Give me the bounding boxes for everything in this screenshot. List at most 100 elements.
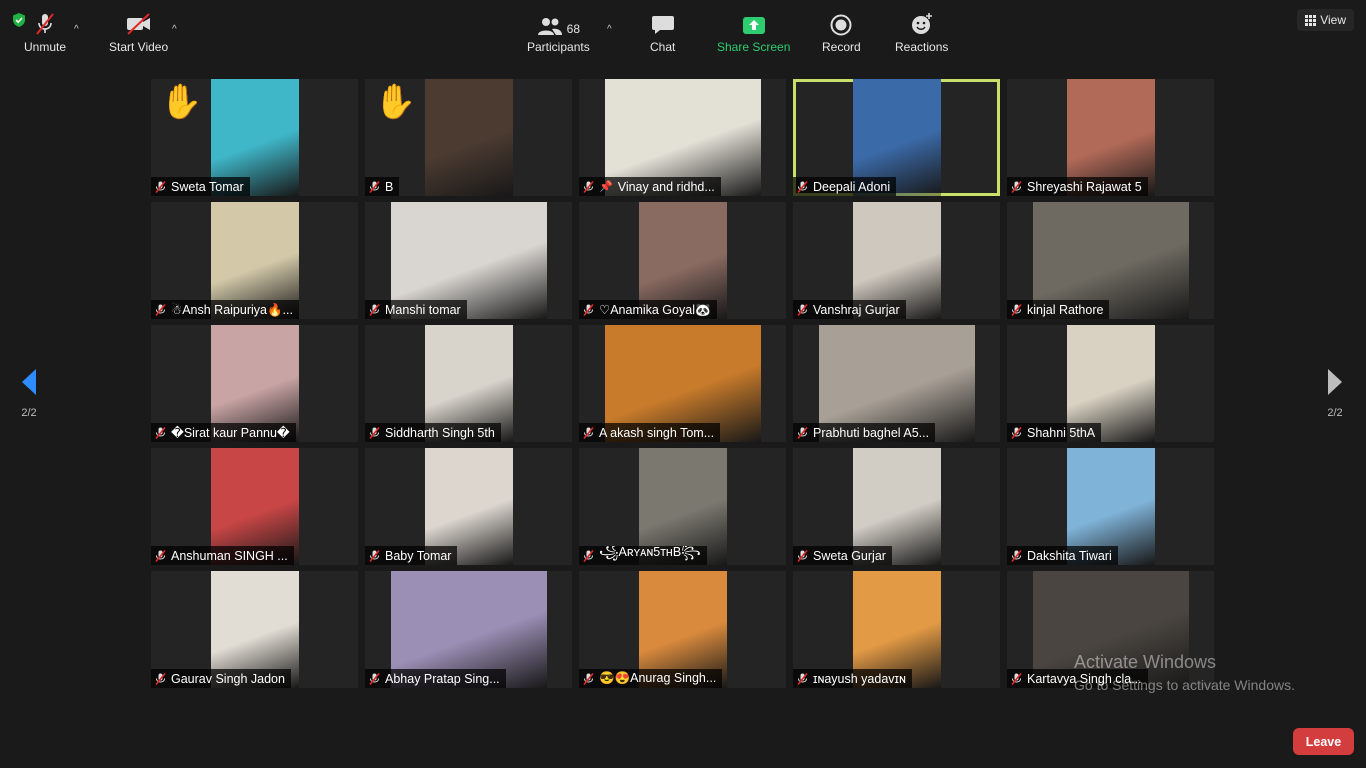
start-video-button[interactable]: Start Video [109,13,169,54]
participant-name: ꧁Aʀʏᴀɴ5ᴛʜB꧂ [599,546,701,559]
participant-name: Baby Tomar [385,548,452,563]
participant-tile[interactable]: �Sirat kaur Pannu� [151,325,358,442]
activate-windows-title: Activate Windows [1074,652,1217,672]
muted-mic-icon [797,426,808,439]
participant-name-bar: Shreyashi Rajawat 5 [1007,177,1148,196]
record-button[interactable]: Record [822,14,861,54]
participant-name: Gaurav Singh Jadon [171,671,285,686]
raised-hand-icon: ✋ [374,83,417,121]
participant-name-bar: �Sirat kaur Pannu� [151,423,296,442]
participant-name: A akash singh Tom... [599,425,715,440]
participant-name: Abhay Pratap Sing... [385,671,500,686]
participant-name: Deepali Adoni [813,179,891,194]
participants-label: Participants [527,40,590,54]
participant-name-bar: Manshi tomar [365,300,467,319]
participant-tile[interactable]: Dakshita Tiwari [1007,448,1214,565]
participant-tile[interactable]: ☃Ansh Raipuriya🔥... [151,202,358,319]
participant-name-bar: Deepali Adoni [793,177,897,196]
muted-mic-icon [155,549,166,562]
participant-tile[interactable]: A akash singh Tom... [579,325,786,442]
participants-count: 68 [566,22,581,36]
video-gallery: ✋ Sweta Tomar ✋ B 📌 Vinay and ridhd... Deepali… [151,79,1214,688]
participant-name: Vinay and ridhd... [617,179,715,194]
muted-mic-icon [583,672,594,685]
muted-mic-icon [583,426,594,439]
participant-tile[interactable]: ꧁Aʀʏᴀɴ5ᴛʜB꧂ [579,448,786,565]
participant-tile[interactable]: Sweta Gurjar [793,448,1000,565]
participant-tile[interactable]: Shreyashi Rajawat 5 [1007,79,1214,196]
muted-mic-icon [1011,549,1022,562]
participant-name-bar: A akash singh Tom... [579,423,721,442]
leave-button[interactable]: Leave [1293,728,1354,755]
participant-name-bar: Sweta Tomar [151,177,250,196]
participant-tile[interactable]: Shahni 5thA [1007,325,1214,442]
muted-mic-icon [155,180,166,193]
participant-name: 😎😍Anurag Singh... [599,671,717,685]
participant-name-bar: Siddharth Singh 5th [365,423,501,442]
participant-tile[interactable]: Baby Tomar [365,448,572,565]
participant-name: Dakshita Tiwari [1027,548,1112,563]
raised-hand-icon: ✋ [160,83,203,121]
muted-mic-icon [797,672,808,685]
share-screen-icon [742,14,766,36]
participant-tile[interactable]: Deepali Adoni [793,79,1000,196]
muted-mic-icon [583,303,594,316]
participant-name: Anshuman SINGH ... [171,548,288,563]
participant-name: Shreyashi Rajawat 5 [1027,179,1142,194]
participants-button[interactable]: 68 Participants [527,14,590,54]
video-off-icon [125,13,153,36]
participant-name-bar: Shahni 5thA [1007,423,1102,442]
next-page-nav[interactable]: 2/2 [1320,368,1350,419]
participant-name: B [385,179,394,194]
muted-mic-icon [369,672,380,685]
unmute-button[interactable]: Unmute [24,13,66,54]
participant-name-bar: kinjal Rathore [1007,300,1110,319]
participant-tile[interactable]: Prabhuti baghel A5... [793,325,1000,442]
page-indicator-right: 2/2 [1327,407,1343,419]
participant-name-bar: Vanshraj Gurjar [793,300,906,319]
participant-name-bar: Abhay Pratap Sing... [365,669,506,688]
participant-tile[interactable]: Gaurav Singh Jadon [151,571,358,688]
participant-name: kinjal Rathore [1027,302,1104,317]
muted-mic-icon [33,13,57,36]
participant-tile[interactable]: Siddharth Singh 5th [365,325,572,442]
chat-button[interactable]: Chat [650,14,675,54]
participant-tile[interactable]: ✋ Sweta Tomar [151,79,358,196]
participant-name-bar: ɪɴayush yadavɪɴ [793,669,912,688]
participant-name: Prabhuti baghel A5... [813,425,930,440]
chat-bubble-icon [651,14,675,36]
participant-tile[interactable]: ɪɴayush yadavɪɴ [793,571,1000,688]
participant-name: �Sirat kaur Pannu� [171,426,290,440]
participant-tile[interactable]: Manshi tomar [365,202,572,319]
participant-tile[interactable]: Anshuman SINGH ... [151,448,358,565]
participant-tile[interactable]: Vanshraj Gurjar [793,202,1000,319]
view-button[interactable]: View [1297,9,1354,31]
participants-chevron-up-icon[interactable]: ^ [607,24,612,35]
participant-name: ɪɴayush yadavɪɴ [813,671,906,686]
prev-page-nav[interactable]: 2/2 [14,368,44,419]
participant-tile[interactable]: 📌 Vinay and ridhd... [579,79,786,196]
grid-view-icon [1305,15,1317,26]
participant-tile[interactable]: kinjal Rathore [1007,202,1214,319]
participant-name-bar: ♡Anamika Goyal🐼 [579,300,717,319]
muted-mic-icon [1011,180,1022,193]
participant-tile[interactable]: ✋ B [365,79,572,196]
activate-windows-subtitle: Go to Settings to activate Windows. [1074,677,1295,693]
record-label: Record [822,40,861,54]
video-options-chevron-up-icon[interactable]: ^ [172,24,177,35]
audio-options-chevron-up-icon[interactable]: ^ [74,24,79,35]
share-screen-button[interactable]: Share Screen [717,14,790,54]
participant-tile[interactable]: ♡Anamika Goyal🐼 [579,202,786,319]
muted-mic-icon [1011,672,1022,685]
participant-tile[interactable]: 😎😍Anurag Singh... [579,571,786,688]
reactions-button[interactable]: Reactions [895,13,948,54]
muted-mic-icon [369,303,380,316]
participant-name-bar: Prabhuti baghel A5... [793,423,936,442]
participant-name: Sweta Tomar [171,179,244,194]
start-video-label: Start Video [109,40,169,54]
muted-mic-icon [155,303,166,316]
participant-tile[interactable]: Abhay Pratap Sing... [365,571,572,688]
participant-name: Siddharth Singh 5th [385,425,495,440]
record-icon [830,14,852,36]
pin-icon: 📌 [599,181,613,193]
